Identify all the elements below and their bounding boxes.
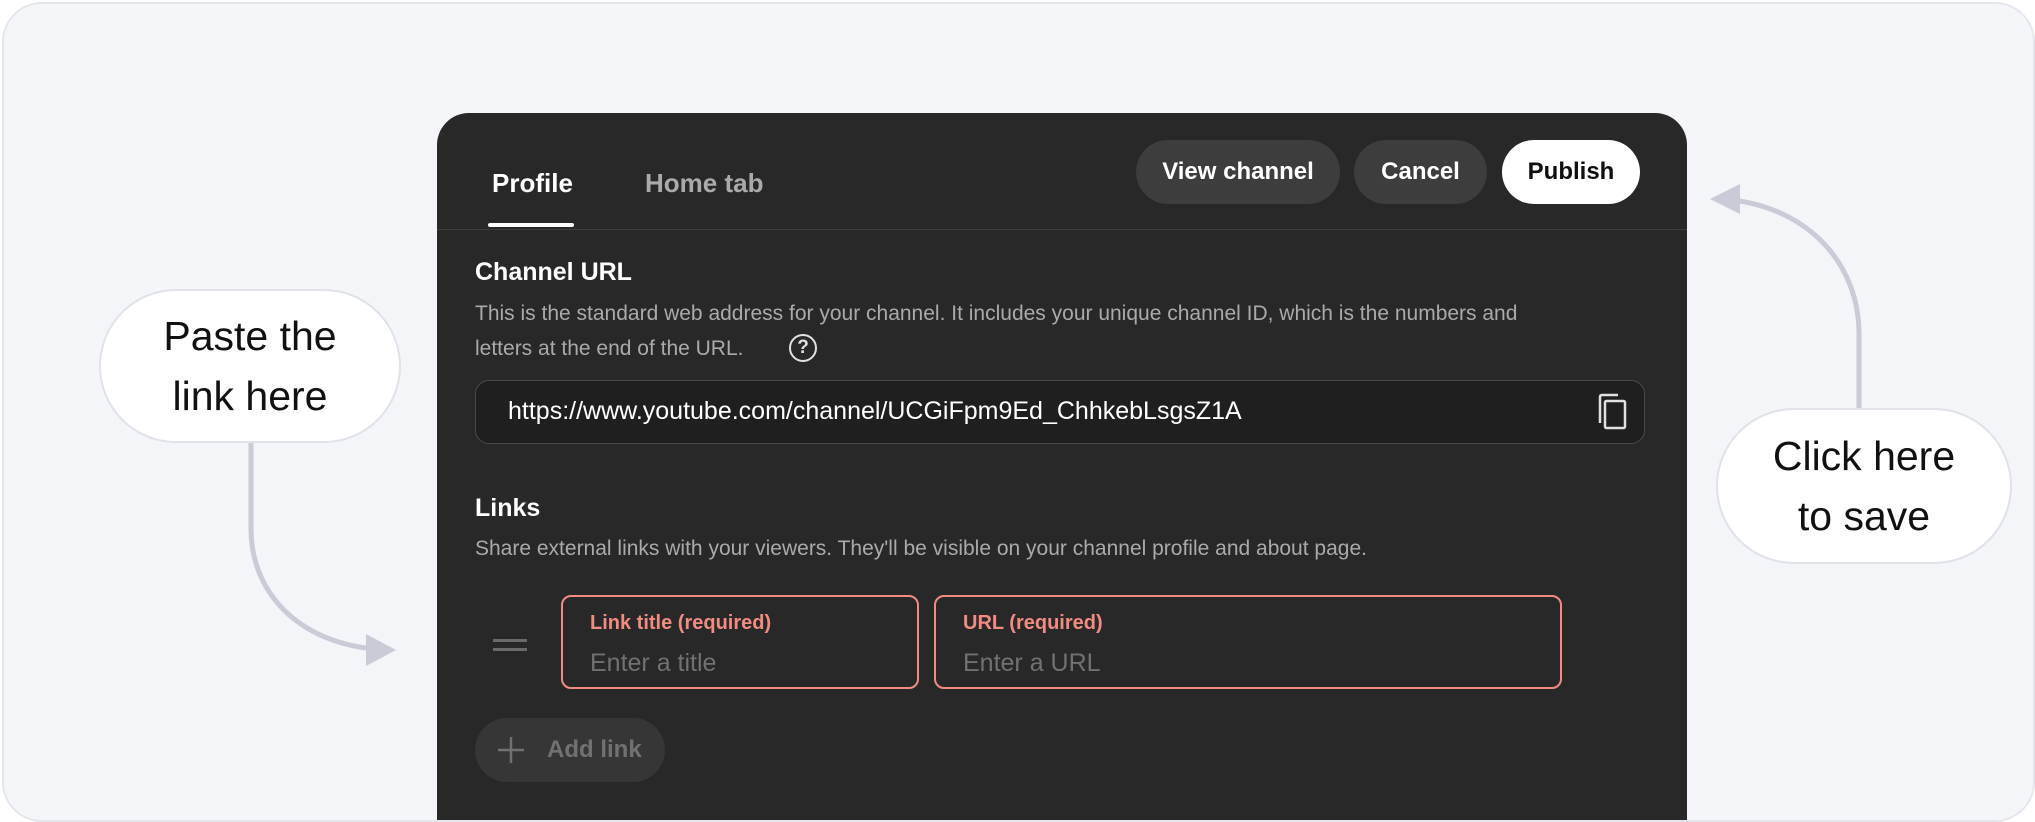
callout-left-line2: link here bbox=[172, 373, 328, 419]
left-arrowhead-icon bbox=[366, 634, 396, 666]
paste-link-callout: Paste the link here bbox=[99, 289, 401, 443]
callout-right-line1: Click here bbox=[1772, 433, 1956, 479]
right-arrowhead-icon bbox=[1710, 184, 1740, 214]
click-save-callout: Click here to save bbox=[1716, 408, 2012, 564]
left-arrow-line bbox=[248, 439, 375, 652]
callout-left-line1: Paste the bbox=[163, 313, 337, 359]
right-arrow-line bbox=[1731, 197, 1862, 408]
callout-right-line2: to save bbox=[1797, 493, 1931, 539]
tutorial-frame: Profile Home tab View channel Cancel Pub… bbox=[2, 2, 2035, 822]
